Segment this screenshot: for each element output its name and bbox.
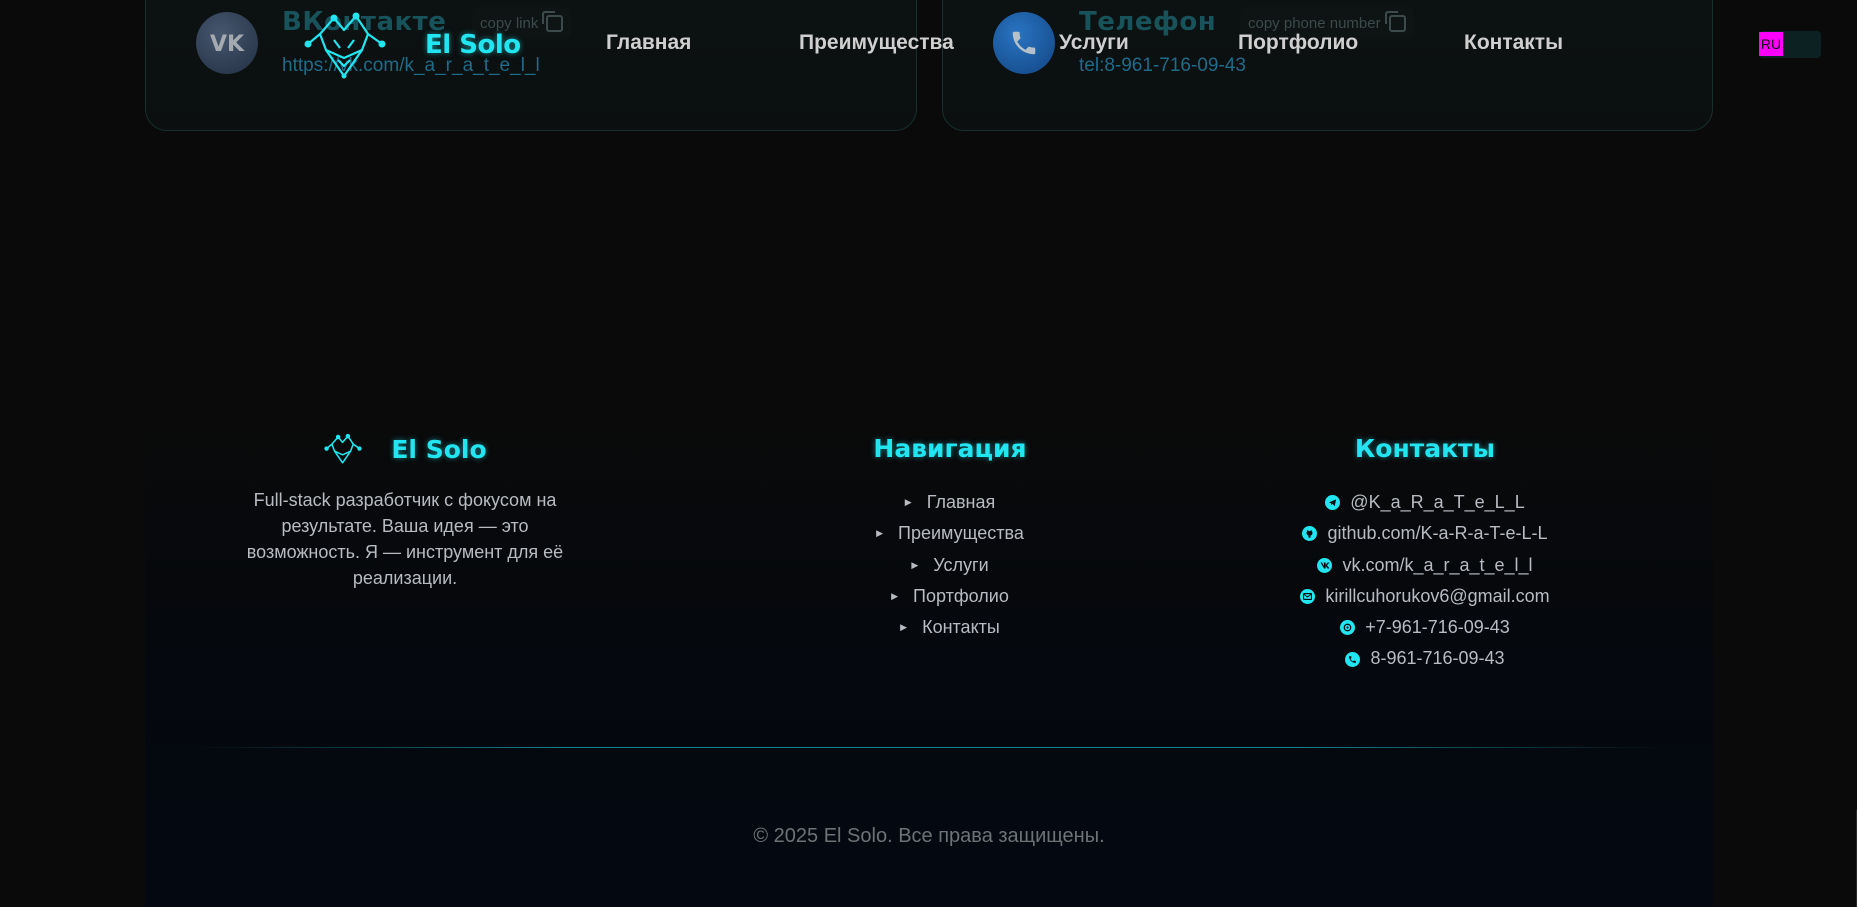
nav-link-services[interactable]: Услуги [1059, 31, 1129, 55]
footer-nav-item[interactable]: ▶ Главная [800, 487, 1100, 518]
contact-email[interactable]: kirillcuhorukov6@gmail.com [1260, 581, 1590, 612]
whatsapp-icon [1340, 620, 1356, 636]
telegram-icon [1325, 495, 1341, 511]
nav-link-advantages[interactable]: Преимущества [799, 31, 954, 55]
contact-text: +7-961-716-09-43 [1365, 617, 1510, 638]
bullet-icon: ▶ [900, 622, 908, 633]
footer-contacts-list: @K_a_R_a_T_e_L_L github.com/K-a-R-a-T-e-… [1260, 487, 1590, 675]
footer-nav-item[interactable]: ▶ Преимущества [800, 518, 1100, 549]
site-header: El Solo Главная Преимущества Услуги Порт… [0, 0, 1857, 90]
contact-text: 8-961-716-09-43 [1370, 648, 1505, 669]
email-icon [1300, 589, 1316, 605]
contact-text: vk.com/k_a_r_a_t_e_l_l [1342, 554, 1533, 575]
github-icon [1302, 526, 1318, 542]
contact-whatsapp[interactable]: +7-961-716-09-43 [1260, 612, 1590, 643]
contact-phone[interactable]: 8-961-716-09-43 [1260, 643, 1590, 674]
contact-github[interactable]: github.com/K-a-R-a-T-e-L-L [1260, 518, 1590, 549]
bullet-icon: ▶ [876, 528, 884, 539]
header-logo[interactable]: El Solo [300, 10, 521, 80]
footer-nav-list: ▶ Главная ▶ Преимущества ▶ Услуги ▶ Портфоли… [800, 487, 1100, 643]
footer-divider [195, 747, 1665, 748]
footer-navigation: Навигация ▶ Главная ▶ Преимущества ▶ Услуги… [800, 427, 1100, 643]
footer-about: El Solo Full-stack разработчик с фокусом… [230, 427, 580, 591]
bullet-icon: ▶ [891, 590, 899, 601]
jester-logo-icon [324, 433, 363, 464]
footer-brand[interactable]: El Solo [230, 427, 580, 471]
contact-telegram[interactable]: @K_a_R_a_T_e_L_L [1260, 487, 1590, 518]
contact-vk[interactable]: vk.com/k_a_r_a_t_e_l_l [1260, 550, 1590, 581]
footer-nav-label: Услуги [933, 554, 989, 575]
phone-icon [1345, 651, 1361, 667]
footer-nav-item[interactable]: ▶ Портфолио [800, 581, 1100, 612]
contact-text: @K_a_R_a_T_e_L_L [1350, 492, 1525, 512]
site-footer: El Solo Full-stack разработчик с фокусом… [145, 405, 1713, 907]
footer-description: Full-stack разработчик с фокусом на резу… [246, 490, 564, 588]
header-brand-name: El Solo [425, 30, 521, 60]
footer-contacts: Контакты @K_a_R_a_T_e_L_L github.com/K-a… [1260, 427, 1590, 675]
footer-brand-name: El Solo [391, 434, 487, 464]
nav-link-contacts[interactable]: Контакты [1464, 31, 1563, 55]
footer-contacts-heading: Контакты [1354, 434, 1496, 463]
footer-nav-label: Преимущества [898, 523, 1024, 544]
bullet-icon: ▶ [911, 559, 919, 570]
contact-text: github.com/K-a-R-a-T-e-L-L [1327, 523, 1548, 544]
footer-copyright: © 2025 El Solo. Все права защищены. [753, 825, 1105, 847]
nav-link-home[interactable]: Главная [606, 31, 691, 55]
language-flag: RU [1759, 32, 1783, 56]
footer-nav-item[interactable]: ▶ Услуги [800, 550, 1100, 581]
footer-nav-label: Главная [926, 492, 996, 512]
footer-nav-heading: Навигация [873, 434, 1027, 463]
jester-logo-icon [304, 12, 386, 79]
nav-link-portfolio[interactable]: Портфолио [1238, 31, 1358, 55]
bullet-icon: ▶ [904, 497, 912, 507]
contact-text: kirillcuhorukov6@gmail.com [1325, 585, 1550, 606]
language-switcher[interactable]: RU [1759, 31, 1821, 58]
footer-nav-label: Контакты [922, 617, 1000, 638]
footer-nav-label: Портфолио [913, 585, 1009, 606]
vk-icon [1317, 557, 1333, 573]
footer-nav-item[interactable]: ▶ Контакты [800, 612, 1100, 643]
